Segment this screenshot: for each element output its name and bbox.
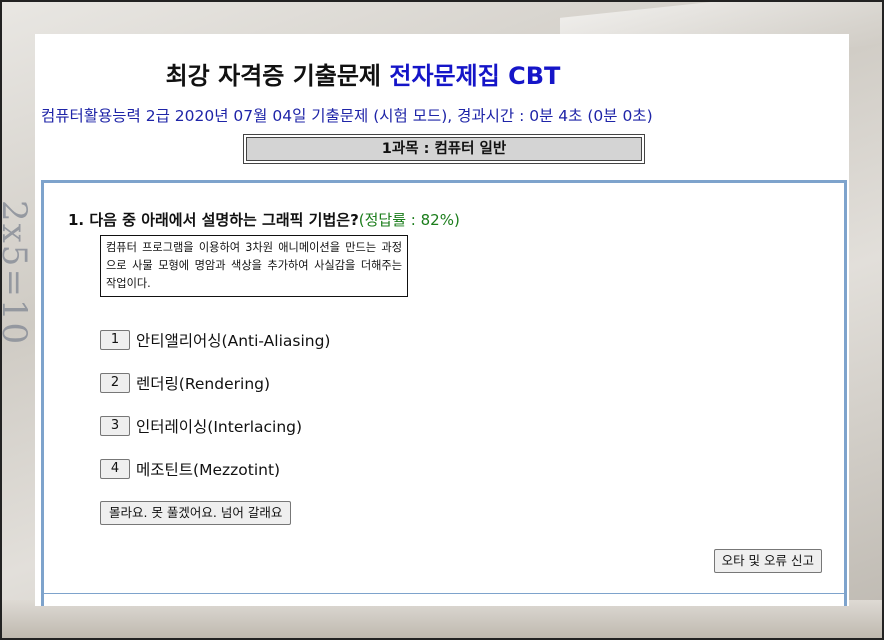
choice-2-button[interactable]: 2 (100, 373, 130, 393)
site-title-main: 최강 자격증 기출문제 (165, 62, 390, 90)
handwritten-note: 2x5=10 (0, 200, 34, 347)
choice-4-label[interactable]: 메조틴트(Mezzotint) (136, 458, 280, 480)
exam-info-line: 컴퓨터활용능력 2급 2020년 07월 04일 기출문제 (시험 모드), 경… (41, 107, 653, 125)
panel-divider (44, 593, 844, 594)
cbt-page: 최강 자격증 기출문제 전자문제집 CBT 컴퓨터활용능력 2급 2020년 0… (35, 34, 849, 606)
desk-edge (0, 600, 884, 640)
question-title: 1. 다음 중 아래에서 설명하는 그래픽 기법은?(정답률 : 82%) (68, 209, 460, 230)
question-panel: 1. 다음 중 아래에서 설명하는 그래픽 기법은?(정답률 : 82%) 컴퓨… (41, 180, 847, 606)
choice-3[interactable]: 3 인터레이싱(Interlacing) (100, 415, 302, 437)
choice-1-button[interactable]: 1 (100, 330, 130, 350)
choice-3-label[interactable]: 인터레이싱(Interlacing) (136, 415, 302, 437)
question-passage: 컴퓨터 프로그램을 이용하여 3차원 애니메이션을 만드는 과정으로 사물 모형… (100, 235, 408, 297)
subject-banner: 1과목 : 컴퓨터 일반 (243, 134, 645, 164)
choice-3-button[interactable]: 3 (100, 416, 130, 436)
report-error-button[interactable]: 오타 및 오류 신고 (713, 549, 822, 573)
site-title: 최강 자격증 기출문제 전자문제집 CBT (35, 56, 691, 91)
site-title-accent: 전자문제집 CBT (389, 62, 561, 90)
choice-4[interactable]: 4 메조틴트(Mezzotint) (100, 458, 280, 480)
choice-2-label[interactable]: 렌더링(Rendering) (136, 372, 270, 394)
question-text: 1. 다음 중 아래에서 설명하는 그래픽 기법은? (68, 211, 359, 229)
choice-4-button[interactable]: 4 (100, 459, 130, 479)
choice-1-label[interactable]: 안티앨리어싱(Anti-Aliasing) (136, 329, 330, 351)
choice-2[interactable]: 2 렌더링(Rendering) (100, 372, 270, 394)
correct-rate: (정답률 : 82%) (358, 211, 460, 229)
choice-1[interactable]: 1 안티앨리어싱(Anti-Aliasing) (100, 329, 330, 351)
skip-question-button[interactable]: 몰라요. 못 풀겠어요. 넘어 갈래요 (100, 501, 292, 525)
subject-title: 1과목 : 컴퓨터 일반 (246, 137, 642, 161)
